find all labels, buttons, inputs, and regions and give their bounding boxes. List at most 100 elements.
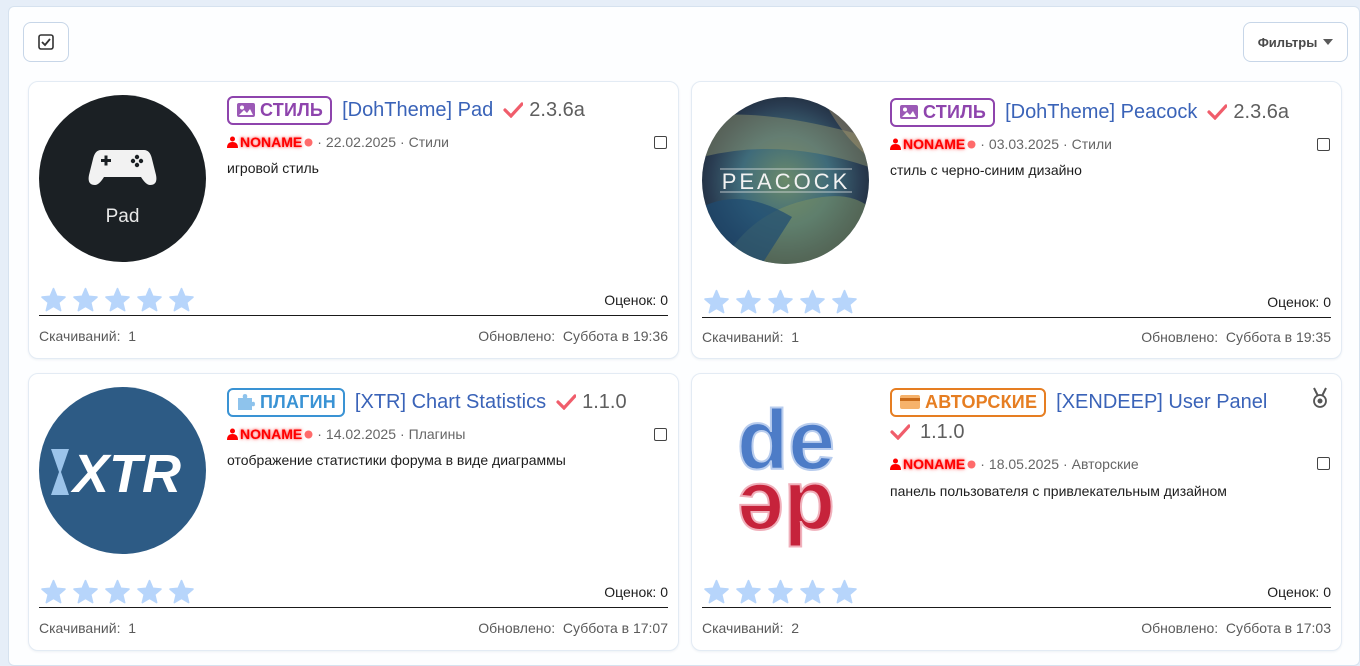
author-link[interactable]: NONAME [890,136,976,152]
resource-description: стиль с черно-синим дизайно [890,162,1082,178]
star-icon[interactable] [40,579,67,605]
rating-stars[interactable] [40,579,195,605]
version-text: 1.1.0 [582,391,627,413]
star-icon[interactable] [735,289,762,315]
check-icon [503,102,524,118]
star-icon[interactable] [831,579,858,605]
select-checkbox[interactable] [654,428,667,441]
star-icon[interactable] [104,287,131,313]
updated-value: Суббота в 17:03 [1225,620,1331,636]
downloads-value: 2 [791,620,800,636]
downloads-label: Скачиваний: [39,328,121,344]
resource-thumbnail[interactable]: XTR [39,387,206,554]
resource-title-link[interactable]: [DohTheme] Peacock [1005,97,1197,127]
resource-date: 14.02.2025 [325,426,396,442]
version-text: 2.3.6a [1233,101,1289,123]
rating-value: 0 [660,292,668,308]
user-icon [890,138,901,150]
rating-label: Оценок: [604,584,657,600]
select-checkbox[interactable] [1317,457,1330,470]
resource-date: 03.03.2025 [988,136,1059,152]
downloads-label: Скачиваний: [702,329,784,345]
select-checkbox[interactable] [1317,138,1330,151]
star-icon[interactable] [40,287,67,313]
resource-thumbnail[interactable]: Pad [39,95,206,262]
star-icon[interactable] [767,289,794,315]
badge-label: СТИЛЬ [260,100,324,120]
rating-stars[interactable] [703,579,858,605]
verified-icon [967,460,976,468]
version-text: 1.1.0 [920,421,965,443]
rating-count: Оценок: 0 [1267,294,1331,310]
check-icon [890,424,910,440]
resource-category-link[interactable]: Плагины [409,426,466,442]
resource-title-link[interactable]: [XENDEEP] User Panel [1056,387,1267,417]
resource-version: 2.3.6a [1207,97,1289,127]
category-badge[interactable]: АВТОРСКИЕ [890,387,1047,417]
star-icon[interactable] [168,579,195,605]
chevron-down-icon [1323,39,1334,45]
author-name: NONAME [240,426,303,442]
star-icon[interactable] [831,289,858,315]
resource-meta: NONAME · 14.02.2025 · Плагины [227,426,465,442]
star-icon[interactable] [799,289,826,315]
star-icon[interactable] [104,579,131,605]
medal-icon[interactable] [1310,387,1330,409]
star-icon[interactable] [72,287,99,313]
user-icon [890,458,901,470]
resource-category-link[interactable]: Авторские [1072,456,1139,472]
category-badge[interactable]: ПЛАГИН [227,387,345,417]
credit-card-icon [900,395,920,409]
updated-time: Обновлено: Суббота в 17:07 [478,620,668,636]
category-badge[interactable]: СТИЛЬ [227,95,333,125]
updated-time: Обновлено: Суббота в 17:03 [1141,620,1331,636]
updated-value: Суббота в 19:36 [562,328,668,344]
verified-icon [967,140,976,148]
thumbnail-label: Pad [106,206,140,227]
resource-meta: NONAME · 18.05.2025 · Авторские [890,456,1139,472]
resource-category-link[interactable]: Стили [1072,136,1112,152]
rating-stars[interactable] [40,287,195,313]
puzzle-icon [238,394,255,410]
resource-card: XTR ПЛАГИН [XTR] Chart Statistics 1.1.0 … [28,373,679,651]
star-icon[interactable] [136,579,163,605]
updated-label: Обновлено: [1141,329,1219,345]
star-icon[interactable] [703,289,730,315]
star-icon[interactable] [168,287,195,313]
resource-thumbnail[interactable]: de əp [702,387,869,554]
star-icon[interactable] [767,579,794,605]
filters-button[interactable]: Фильтры [1243,22,1348,62]
image-icon [237,103,255,117]
star-icon[interactable] [735,579,762,605]
star-icon[interactable] [703,579,730,605]
resource-list-container: Фильтры Pad СТИЛЬ [DohTheme] Pad 2.3.6a … [8,6,1360,666]
badge-label: СТИЛЬ [923,102,987,122]
downloads-label: Скачиваний: [702,620,784,636]
downloads-count: Скачиваний: 1 [702,329,799,345]
resource-thumbnail[interactable]: PEACOCK [702,97,869,264]
resource-description: игровой стиль [227,160,319,176]
resource-category-link[interactable]: Стили [409,134,449,150]
star-icon[interactable] [136,287,163,313]
rating-stars[interactable] [703,289,858,315]
downloads-count: Скачиваний: 2 [702,620,799,636]
rating-count: Оценок: 0 [604,584,668,600]
resource-title-link[interactable]: [DohTheme] Pad [342,95,493,125]
resource-version: 1.1.0 [556,387,627,417]
star-icon[interactable] [799,579,826,605]
checkbox-checked-icon [38,34,54,50]
select-all-button[interactable] [23,22,69,62]
thumbnail-label-bottom: əp [737,453,835,547]
resource-title-link[interactable]: [XTR] Chart Statistics [355,387,546,417]
downloads-count: Скачиваний: 1 [39,620,136,636]
version-text: 2.3.6a [529,99,585,121]
filters-label: Фильтры [1257,34,1318,50]
category-badge[interactable]: СТИЛЬ [890,97,996,127]
author-link[interactable]: NONAME [890,456,976,472]
rating-label: Оценок: [1267,294,1320,310]
author-name: NONAME [903,136,966,152]
select-checkbox[interactable] [654,136,667,149]
author-link[interactable]: NONAME [227,426,313,442]
star-icon[interactable] [72,579,99,605]
author-link[interactable]: NONAME [227,134,313,150]
